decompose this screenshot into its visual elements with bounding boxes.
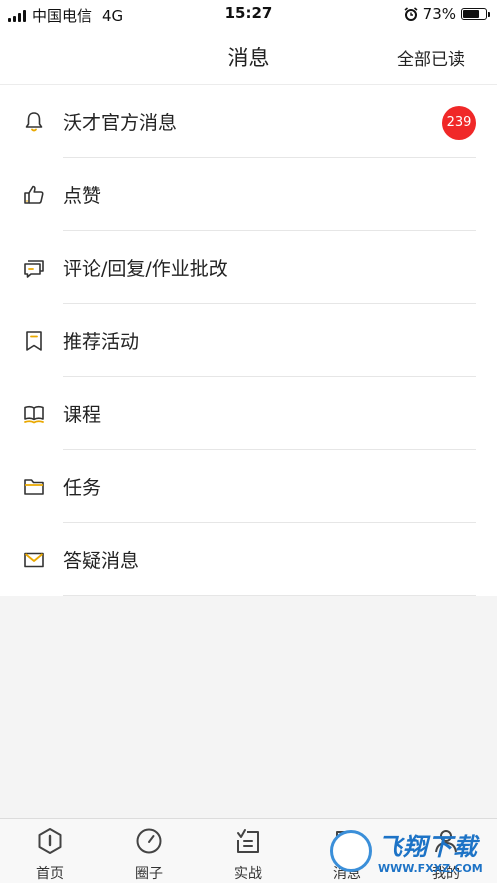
tab-label: 圈子 — [135, 866, 163, 882]
comment-icon — [24, 260, 44, 278]
thumbs-up-icon — [24, 185, 44, 204]
list-item-label: 推荐活动 — [63, 331, 140, 353]
watermark-emblem — [330, 830, 372, 872]
clipboard-icon — [237, 829, 259, 853]
list-item-activities[interactable]: 推荐活动 — [0, 304, 497, 377]
tab-label: 首页 — [36, 866, 64, 882]
list-item-label: 评论/回复/作业批改 — [63, 258, 228, 280]
list-item-official[interactable]: 沃才官方消息 239 — [0, 85, 497, 158]
watermark-logo: 飞翔下载 WWW.FXXZ.COM — [330, 822, 490, 880]
tab-practice[interactable]: 实战 — [198, 819, 298, 883]
compass-icon — [136, 828, 162, 854]
navigation-bar: 消息 全部已读 — [0, 28, 497, 85]
message-list: 沃才官方消息 239 点赞 评论/回复/作业批改 推荐活动 课程 任务 答疑消息 — [0, 85, 497, 596]
bell-icon — [25, 112, 43, 132]
list-item-label: 沃才官方消息 — [63, 112, 178, 134]
tab-label: 实战 — [234, 866, 262, 882]
watermark-text: 飞翔下载 WWW.FXXZ.COM — [378, 827, 483, 875]
watermark-title: 飞翔下载 — [378, 833, 478, 861]
bookmark-icon — [26, 331, 42, 351]
tab-home[interactable]: 首页 — [0, 819, 100, 883]
list-item-label: 任务 — [63, 477, 102, 499]
status-bar: 中国电信 4G 15:27 73% — [0, 0, 497, 28]
status-right: 73% — [404, 5, 490, 23]
battery-icon — [461, 8, 490, 20]
list-item-label: 课程 — [63, 404, 102, 426]
alarm-icon — [404, 7, 418, 21]
battery-percent: 73% — [422, 5, 456, 23]
tab-circle[interactable]: 圈子 — [99, 819, 199, 883]
divider — [63, 595, 476, 596]
list-item-qa[interactable]: 答疑消息 — [0, 523, 497, 596]
home-icon — [38, 828, 62, 854]
list-item-likes[interactable]: 点赞 — [0, 158, 497, 231]
unread-count-badge: 239 — [442, 106, 476, 140]
list-item-courses[interactable]: 课程 — [0, 377, 497, 450]
list-item-tasks[interactable]: 任务 — [0, 450, 497, 523]
mark-all-read-button[interactable]: 全部已读 — [397, 45, 465, 70]
list-item-label: 点赞 — [63, 185, 102, 207]
watermark-url: WWW.FXXZ.COM — [378, 862, 483, 875]
book-icon — [24, 406, 44, 424]
envelope-icon — [24, 552, 44, 568]
list-item-label: 答疑消息 — [63, 550, 140, 572]
list-item-comments[interactable]: 评论/回复/作业批改 — [0, 231, 497, 304]
folder-icon — [24, 479, 44, 495]
